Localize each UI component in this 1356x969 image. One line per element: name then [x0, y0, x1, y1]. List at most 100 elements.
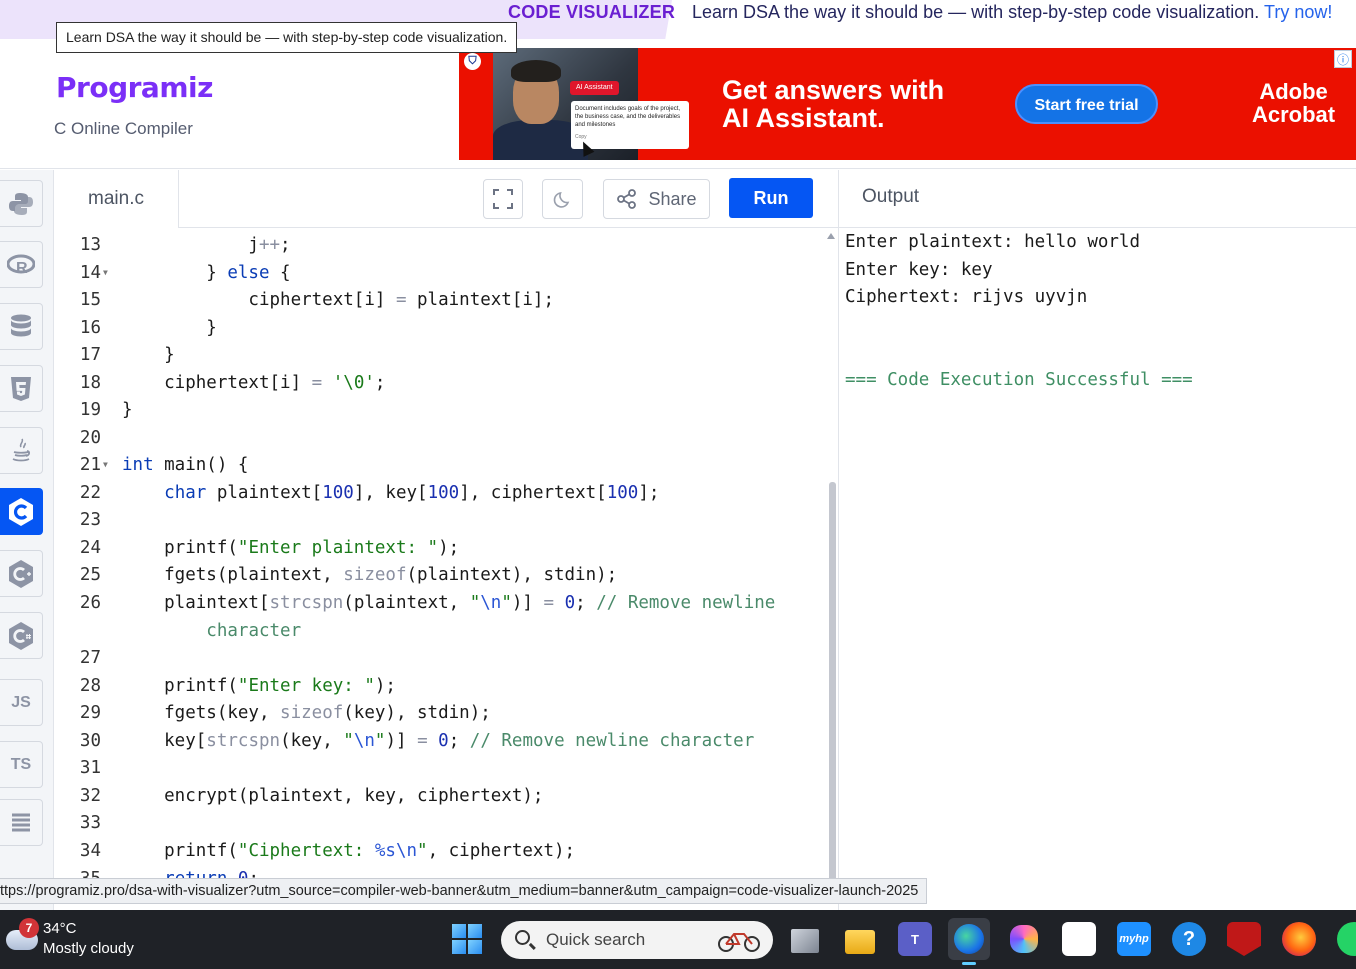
- line-number: 26: [79, 593, 101, 613]
- code-line[interactable]: 34 printf("Ciphertext: %s\n", ciphertext…: [54, 837, 830, 865]
- editor-scrollbar[interactable]: [826, 228, 838, 910]
- ad-headline-line1: Get answers with: [722, 75, 945, 105]
- start-button[interactable]: [452, 924, 482, 954]
- code-line[interactable]: 27: [54, 644, 830, 672]
- taskbar-app-firefox[interactable]: [1278, 918, 1320, 960]
- code-line[interactable]: 26 plaintext[strcspn(plaintext, "\n")] =…: [54, 589, 830, 617]
- taskbar-app-task-view[interactable]: [784, 918, 826, 960]
- weather-temperature: 34°C: [43, 920, 77, 937]
- browser-page: CODE VISUALIZER Learn DSA the way it sho…: [0, 0, 1356, 969]
- code-token: ": [501, 593, 512, 613]
- search-icon: [515, 930, 530, 945]
- svg-text:R: R: [16, 260, 28, 276]
- code-line[interactable]: 30 key[strcspn(key, "\n")] = 0; // Remov…: [54, 727, 830, 755]
- code-line[interactable]: 29 fgets(key, sizeof(key), stdin);: [54, 699, 830, 727]
- advertisement-banner[interactable]: ⛉ ⓘ AI Assistant Document includes goals…: [459, 48, 1356, 160]
- code-line[interactable]: 28 printf("Enter key: ");: [54, 672, 830, 700]
- line-number: 23: [79, 510, 101, 530]
- dark-mode-button[interactable]: [542, 179, 583, 219]
- ad-info-icon[interactable]: ⓘ: [1334, 50, 1352, 68]
- fold-arrow-icon[interactable]: ▼: [103, 451, 108, 479]
- sidebar-lang-python[interactable]: [0, 180, 43, 227]
- code-line[interactable]: 33: [54, 809, 830, 837]
- code-text: printf("Enter plaintext: ");: [122, 534, 459, 562]
- code-text: key[strcspn(key, "\n")] = 0; // Remove n…: [122, 727, 754, 755]
- taskbar-app-myhp[interactable]: myhp: [1113, 918, 1155, 960]
- sidebar-lang-swift[interactable]: [0, 799, 43, 846]
- code-text: fgets(plaintext, sizeof(plaintext), stdi…: [122, 561, 617, 589]
- taskbar-app-teams[interactable]: T: [894, 918, 936, 960]
- code-line[interactable]: 20: [54, 424, 830, 452]
- code-line[interactable]: 16 }: [54, 314, 830, 342]
- sidebar-lang-java[interactable]: [0, 427, 43, 474]
- line-number: 13: [79, 235, 101, 255]
- html-icon: [10, 376, 32, 402]
- code-token: =: [417, 731, 428, 751]
- taskbar-app-mcafee[interactable]: [1223, 918, 1265, 960]
- sidebar-lang-label: JS: [11, 693, 31, 711]
- csharp-icon: [7, 621, 35, 651]
- sidebar-lang-r[interactable]: R: [0, 241, 43, 288]
- code-line[interactable]: 32 encrypt(plaintext, key, ciphertext);: [54, 782, 830, 810]
- code-token: sizeof: [343, 565, 407, 585]
- code-line[interactable]: 18 ciphertext[i] = '\0';: [54, 369, 830, 397]
- taskbar-app-help[interactable]: ?: [1168, 918, 1210, 960]
- code-line[interactable]: 22 char plaintext[100], key[100], cipher…: [54, 479, 830, 507]
- code-line[interactable]: character: [54, 617, 830, 645]
- taskbar-app-copilot[interactable]: [1003, 918, 1045, 960]
- sidebar-lang-c[interactable]: [0, 488, 43, 535]
- line-number: 31: [79, 758, 101, 778]
- taskbar-search[interactable]: Quick search: [501, 921, 773, 959]
- taskbar-app-whatsapp[interactable]: [1333, 918, 1356, 960]
- taskbar-app-store[interactable]: [1058, 918, 1100, 960]
- sidebar-lang-csharp[interactable]: [0, 612, 43, 659]
- ad-photo-hair: [511, 60, 561, 82]
- ad-shield-icon: ⛉: [464, 53, 481, 70]
- code-editor[interactable]: 13 j++; 14 ▼ } else {15 ciphertext[i] = pl…: [54, 228, 830, 910]
- output-success-message: === Code Execution Successful ===: [845, 370, 1193, 390]
- programiz-logo[interactable]: Programiz: [56, 71, 213, 104]
- code-line[interactable]: 17 }: [54, 341, 830, 369]
- code-line[interactable]: 13 j++;: [54, 231, 830, 259]
- weather-widget[interactable]: 7 34°C Mostly cloudy: [6, 918, 166, 962]
- scrollbar-thumb[interactable]: [829, 482, 836, 887]
- code-token: 0: [438, 731, 449, 751]
- code-line[interactable]: 25 fgets(plaintext, sizeof(plaintext), s…: [54, 561, 830, 589]
- file-tab-main-c[interactable]: main.c: [54, 170, 179, 228]
- sidebar-lang-js[interactable]: JS: [0, 679, 43, 726]
- sidebar-lang-ts[interactable]: TS: [0, 741, 43, 788]
- sidebar-lang-html[interactable]: [0, 365, 43, 412]
- code-token: )]: [511, 593, 544, 613]
- output-line: Enter key: key: [845, 259, 993, 280]
- scroll-up-arrow-icon[interactable]: [827, 233, 835, 239]
- taskbar-app-file-explorer[interactable]: [839, 918, 881, 960]
- output-line: Enter plaintext: hello world: [845, 232, 1141, 252]
- fold-arrow-icon[interactable]: ▼: [103, 259, 108, 287]
- run-button[interactable]: Run: [729, 178, 813, 218]
- promo-message-text: Learn DSA the way it should be — with st…: [692, 2, 1260, 22]
- code-line[interactable]: 23: [54, 506, 830, 534]
- code-line[interactable]: 15 ciphertext[i] = plaintext[i];: [54, 286, 830, 314]
- ad-start-trial-button[interactable]: Start free trial: [1015, 84, 1158, 124]
- sidebar-lang-cpp[interactable]: [0, 550, 43, 597]
- code-line[interactable]: 14 ▼ } else {: [54, 259, 830, 287]
- code-token: }: [122, 318, 217, 338]
- ad-headline-line2: AI Assistant.: [722, 103, 885, 133]
- share-button[interactable]: Share: [603, 179, 710, 219]
- taskbar-app-edge[interactable]: [948, 918, 990, 965]
- code-token: \n: [480, 593, 502, 613]
- output-console[interactable]: Enter plaintext: hello world Enter key: k…: [838, 228, 1356, 910]
- code-token: main() {: [153, 455, 249, 475]
- code-token: printf(: [122, 841, 238, 861]
- ad-headline: Get answers with AI Assistant.: [722, 76, 944, 132]
- code-line[interactable]: 21 ▼ int main() {: [54, 451, 830, 479]
- code-token: =: [395, 290, 407, 310]
- fullscreen-button[interactable]: [483, 179, 523, 219]
- promo-try-now-link[interactable]: Try now!: [1264, 2, 1332, 22]
- file-explorer-icon: [845, 929, 875, 954]
- code-line[interactable]: 24 printf("Enter plaintext: ");: [54, 534, 830, 562]
- code-token: "Enter plaintext: ": [237, 538, 439, 558]
- code-line[interactable]: 31: [54, 754, 830, 782]
- sidebar-lang-sql[interactable]: [0, 303, 43, 350]
- code-line[interactable]: 19}: [54, 396, 830, 424]
